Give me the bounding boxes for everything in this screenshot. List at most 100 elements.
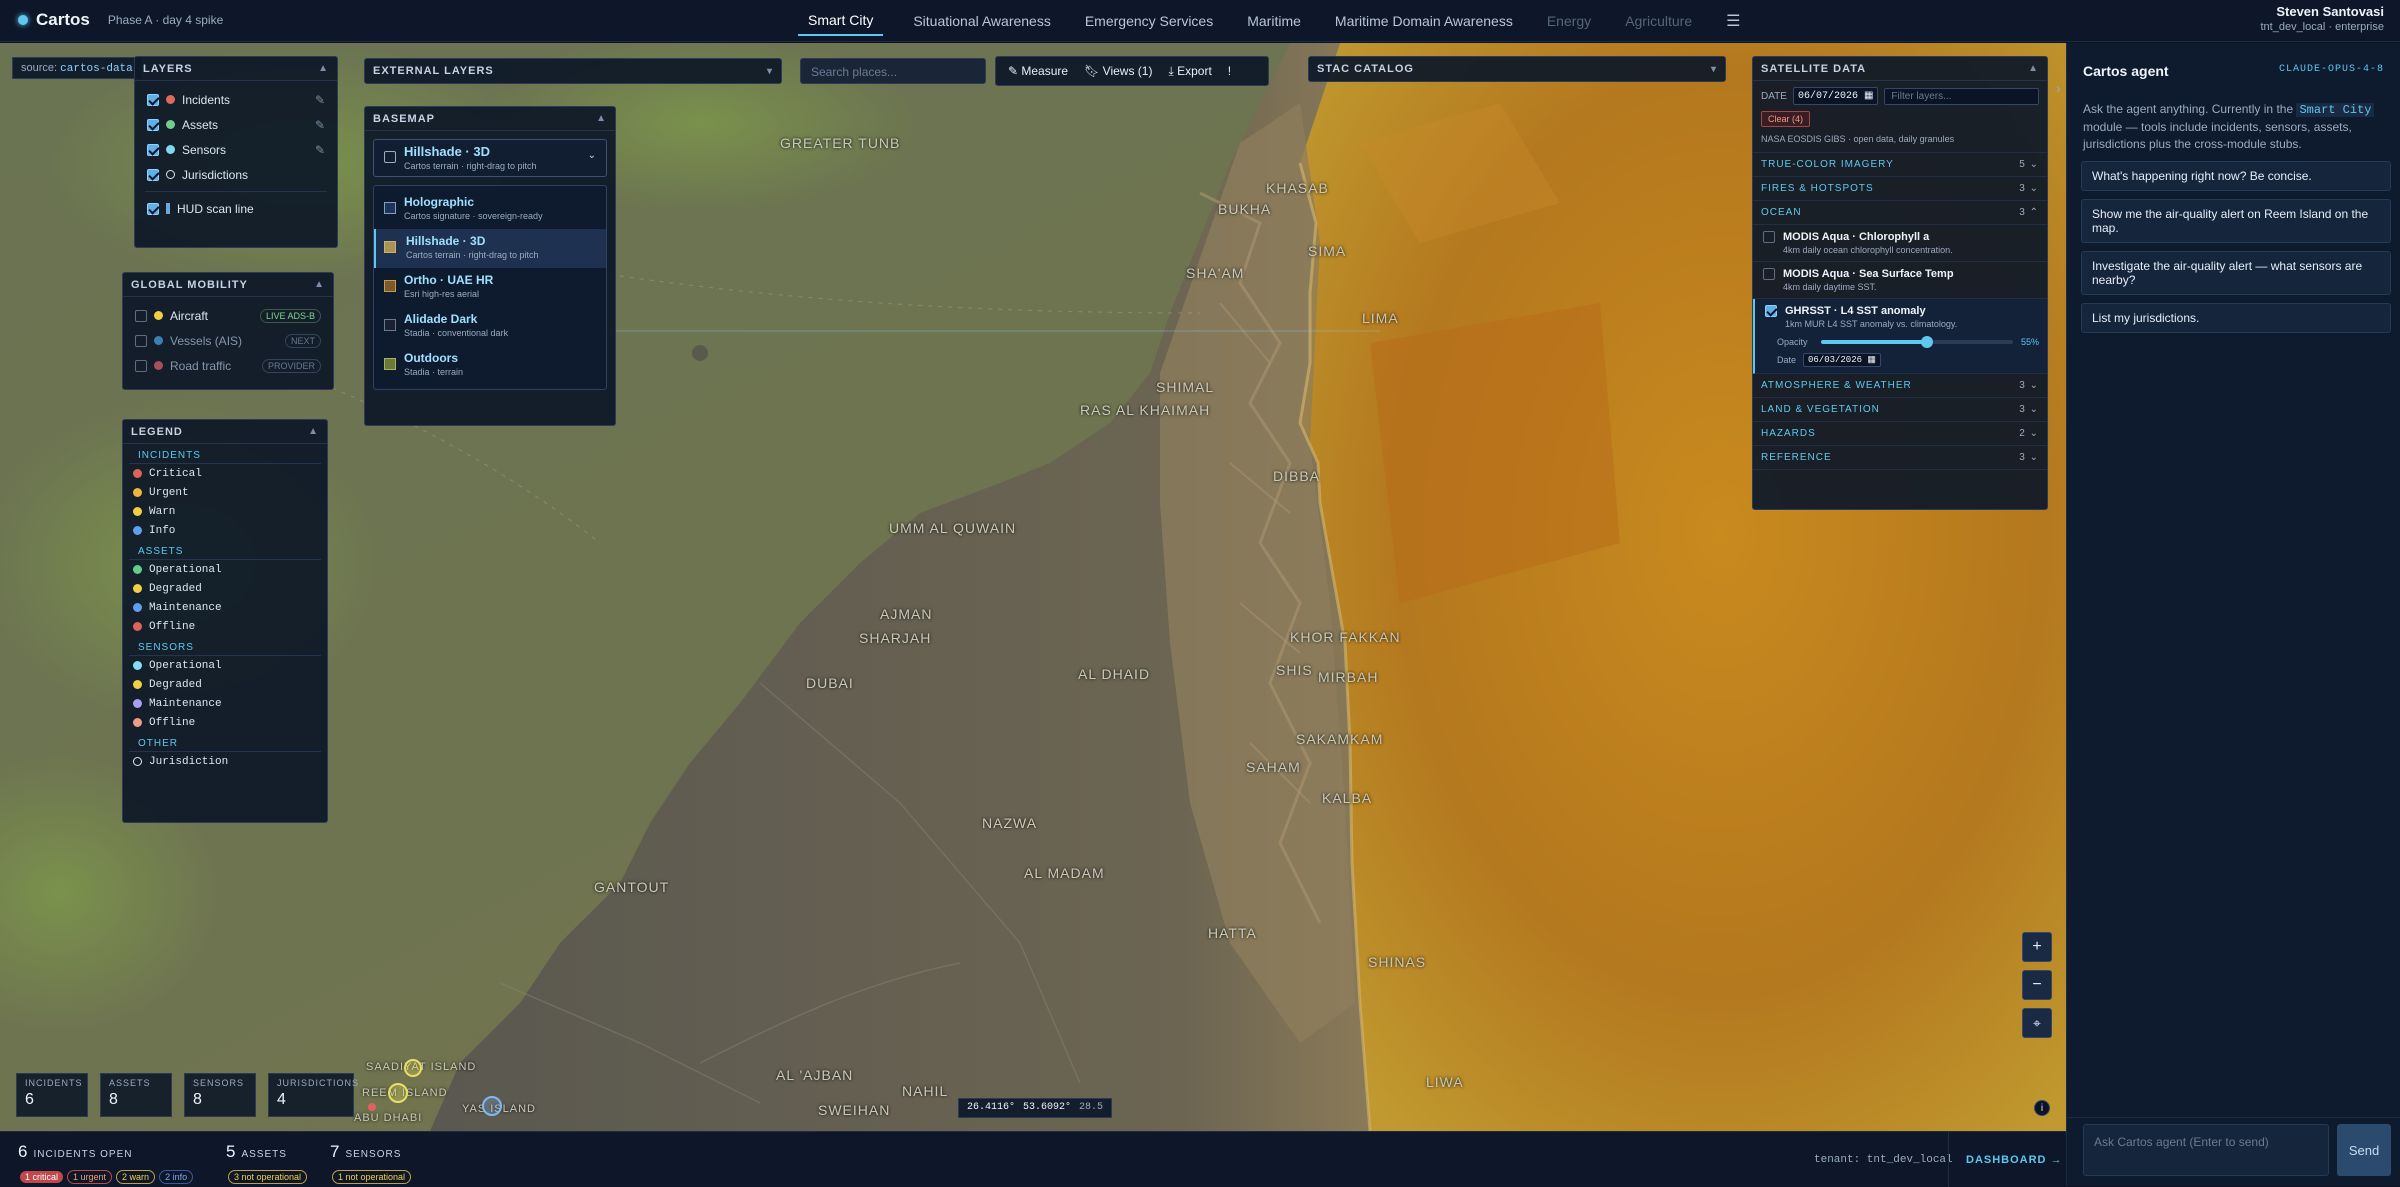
- search-input[interactable]: Search places...: [800, 58, 986, 84]
- locate-icon[interactable]: ⌖: [2022, 1008, 2052, 1038]
- tab-smart-city[interactable]: Smart City: [798, 6, 884, 36]
- chip-assets-not-operational[interactable]: 3 not operational: [228, 1170, 308, 1184]
- tab-agriculture[interactable]: Agriculture: [1621, 7, 1696, 35]
- category-atmosphere[interactable]: ATMOSPHERE & WEATHER 3 ⌄: [1753, 374, 2047, 398]
- incident-marker[interactable]: [368, 1103, 376, 1111]
- collapse-icon[interactable]: ▲: [314, 279, 325, 290]
- suggested-prompt[interactable]: What's happening right now? Be concise.: [2081, 161, 2391, 191]
- chip-critical[interactable]: 1 critical: [20, 1171, 64, 1183]
- checkbox[interactable]: [1763, 231, 1775, 243]
- views-button[interactable]: 🔖︎ Views (1): [1084, 64, 1152, 78]
- collapse-icon[interactable]: ▲: [308, 426, 319, 437]
- checkbox[interactable]: [1763, 268, 1775, 280]
- mobility-header[interactable]: GLOBAL MOBILITY ▲: [123, 273, 333, 297]
- tab-emergency-services[interactable]: Emergency Services: [1081, 7, 1217, 35]
- checkbox-checked[interactable]: [147, 143, 159, 156]
- mobility-aircraft[interactable]: Aircraft LIVE ADS-B: [123, 303, 333, 328]
- edit-icon[interactable]: ✎: [315, 118, 325, 132]
- checkbox-checked[interactable]: [147, 118, 159, 131]
- zoom-in-button[interactable]: +: [2022, 932, 2052, 962]
- panel-toggle-icon[interactable]: ›: [2056, 80, 2061, 96]
- sensor-marker[interactable]: [388, 1083, 408, 1103]
- layer-toggle-assets[interactable]: Assets ✎: [135, 112, 337, 137]
- category-land[interactable]: LAND & VEGETATION 3 ⌄: [1753, 398, 2047, 422]
- stat-incidents[interactable]: INCIDENTS 6: [16, 1073, 88, 1117]
- basemap-option-outdoors[interactable]: Outdoors Stadia · terrain: [374, 346, 606, 385]
- stat-assets[interactable]: ASSETS 8: [100, 1073, 172, 1117]
- external-layers-panel[interactable]: EXTERNAL LAYERS ▾: [364, 58, 782, 84]
- dashboard-link[interactable]: DASHBOARD →: [1966, 1154, 2063, 1166]
- ocean-layer-ghrsst[interactable]: GHRSST · L4 SST anomaly 1km MUR L4 SST an…: [1753, 299, 2047, 374]
- chip-warn[interactable]: 2 warn: [116, 1170, 156, 1184]
- send-button[interactable]: Send: [2337, 1124, 2391, 1176]
- layer-toggle-sensors[interactable]: Sensors ✎: [135, 137, 337, 162]
- opacity-slider[interactable]: [1821, 336, 2013, 348]
- tab-energy[interactable]: Energy: [1543, 7, 1595, 35]
- measure-button[interactable]: ✎ Measure: [1008, 64, 1068, 78]
- chevron-down-icon[interactable]: ⌄: [588, 150, 596, 161]
- category-true-color[interactable]: TRUE-COLOR IMAGERY 5 ⌄: [1753, 153, 2047, 177]
- basemap-option-ortho[interactable]: Ortho · UAE HR Esri high-res aerial: [374, 268, 606, 307]
- item-date-input[interactable]: 06/03/2026 ▦: [1803, 353, 1881, 367]
- agent-input[interactable]: Ask Cartos agent (Enter to send): [2083, 1124, 2329, 1176]
- clear-button[interactable]: Clear (4): [1761, 111, 1811, 127]
- asset-marker[interactable]: [482, 1096, 502, 1116]
- tab-maritime[interactable]: Maritime: [1243, 7, 1305, 35]
- collapse-icon[interactable]: ▲: [2028, 63, 2039, 74]
- stat-sensors[interactable]: SENSORS 8: [184, 1073, 256, 1117]
- layer-toggle-jurisdictions[interactable]: Jurisdictions: [135, 162, 337, 187]
- checkbox[interactable]: [135, 309, 147, 322]
- edit-icon[interactable]: ✎: [315, 143, 325, 157]
- latitude: 26.4116°: [967, 1102, 1016, 1113]
- category-hazards[interactable]: HAZARDS 2 ⌄: [1753, 422, 2047, 446]
- edit-icon[interactable]: ✎: [315, 93, 325, 107]
- ocean-layer-chlorophyll[interactable]: MODIS Aqua · Chlorophyll a 4km daily ocea…: [1753, 225, 2047, 262]
- layer-toggle-hud-scan[interactable]: HUD scan line: [135, 196, 337, 221]
- checkbox-checked[interactable]: [147, 168, 159, 181]
- hamburger-menu-icon[interactable]: ☰: [1722, 5, 1744, 37]
- chip-sensors-not-operational[interactable]: 1 not operational: [332, 1170, 412, 1184]
- category-reference[interactable]: REFERENCE 3 ⌄: [1753, 446, 2047, 470]
- checkbox-checked[interactable]: [147, 93, 159, 106]
- chevron-down-icon[interactable]: ▾: [767, 66, 773, 77]
- tab-maritime-domain-awareness[interactable]: Maritime Domain Awareness: [1331, 7, 1517, 35]
- suggested-prompt[interactable]: List my jurisdictions.: [2081, 303, 2391, 333]
- opacity-slider-handle[interactable]: [1920, 336, 1933, 348]
- collapse-icon[interactable]: ▲: [318, 63, 329, 74]
- ocean-layer-sst[interactable]: MODIS Aqua · Sea Surface Temp 4km daily d…: [1753, 262, 2047, 299]
- filter-layers-input[interactable]: Filter layers...: [1884, 87, 2039, 105]
- stac-catalog-panel[interactable]: STAC CATALOG ▾: [1308, 56, 1726, 82]
- collapse-icon[interactable]: ▲: [596, 113, 607, 124]
- category-ocean[interactable]: OCEAN 3 ⌃: [1753, 201, 2047, 225]
- export-label: Export: [1177, 63, 1212, 78]
- info-icon[interactable]: i: [2034, 1100, 2050, 1116]
- stat-jurisdictions[interactable]: JURISDICTIONS 4: [268, 1073, 358, 1117]
- sensor-marker[interactable]: [404, 1059, 422, 1077]
- export-button[interactable]: ⤓ Export: [1168, 64, 1211, 79]
- basemap-option-alidade[interactable]: Alidade Dark Stadia · conventional dark: [374, 307, 606, 346]
- user-menu[interactable]: Steven Santovasi tnt_dev_local · enterpr…: [2260, 4, 2384, 33]
- basemap-option-holographic[interactable]: Holographic Cartos signature · sovereign-…: [374, 190, 606, 229]
- basemap-header[interactable]: BASEMAP ▲: [365, 107, 615, 131]
- satellite-header[interactable]: SATELLITE DATA ▲: [1753, 57, 2047, 81]
- alert-button[interactable]: !: [1228, 64, 1231, 78]
- basemap-select[interactable]: Hillshade · 3D Cartos terrain · right-dr…: [373, 139, 607, 177]
- basemap-option-hillshade[interactable]: Hillshade · 3D Cartos terrain · right-dra…: [374, 229, 606, 268]
- layer-toggle-incidents[interactable]: Incidents ✎: [135, 87, 337, 112]
- tab-situational-awareness[interactable]: Situational Awareness: [909, 7, 1055, 35]
- chip-urgent[interactable]: 1 urgent: [67, 1170, 113, 1184]
- checkbox-checked[interactable]: [147, 202, 159, 215]
- tenant-label: tenant: tnt_dev_local: [1814, 1154, 1953, 1166]
- category-fires[interactable]: FIRES & HOTSPOTS 3 ⌄: [1753, 177, 2047, 201]
- suggested-prompt[interactable]: Investigate the air-quality alert — what…: [2081, 251, 2391, 295]
- option-desc: Stadia · conventional dark: [404, 328, 509, 338]
- legend-header[interactable]: LEGEND ▲: [123, 420, 327, 444]
- chip-info[interactable]: 2 info: [159, 1170, 194, 1184]
- chevron-down-icon[interactable]: ▾: [1711, 64, 1717, 75]
- zoom-out-button[interactable]: −: [2022, 970, 2052, 1000]
- date-input[interactable]: 06/07/2026 ▦: [1792, 87, 1879, 105]
- checkbox-checked[interactable]: [1765, 305, 1777, 317]
- suggested-prompt[interactable]: Show me the air-quality alert on Reem Is…: [2081, 199, 2391, 243]
- layers-header[interactable]: LAYERS ▲: [135, 57, 337, 81]
- brand[interactable]: Cartos Phase A · day 4 spike: [18, 10, 223, 30]
